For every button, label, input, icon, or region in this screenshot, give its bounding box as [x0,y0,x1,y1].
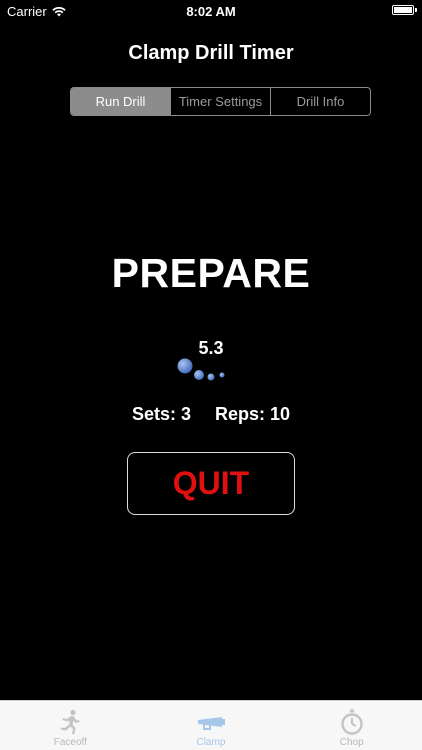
battery-icon [392,5,417,15]
sets-count: Sets: 3 [131,404,191,424]
clamp-icon [198,717,225,730]
tab-label-chop: Chop [339,737,364,748]
segment-drill-info[interactable]: Drill Info [270,88,370,115]
tab-label-faceoff: Faceoff [53,737,87,748]
quit-button[interactable]: QUIT [127,452,295,515]
tab-chop[interactable]: Chop [281,701,422,750]
stopwatch-icon [340,709,363,735]
sets-reps-row: Sets: 3 Reps: 10 [0,404,422,425]
drill-segmented-control: Run Drill Timer Settings Drill Info [70,87,371,116]
status-time: 8:02 AM [186,4,236,19]
runner-icon [60,709,80,734]
segment-timer-settings[interactable]: Timer Settings [170,88,270,115]
page-title: Clamp Drill Timer [128,42,294,64]
tab-bar: Faceoff Clamp Chop [0,700,422,750]
status-bar: Carrier 8:02 AM [0,0,422,22]
tab-label-clamp: Clamp [196,737,226,748]
drill-phase-label: PREPARE [111,250,311,296]
reps-count: Reps: 10 [214,404,291,424]
battery-fill [394,7,412,13]
tab-clamp[interactable]: Clamp [141,701,282,750]
loading-spinner-icon [177,358,225,381]
tab-faceoff[interactable]: Faceoff [0,701,141,750]
segment-run-drill[interactable]: Run Drill [71,88,170,115]
